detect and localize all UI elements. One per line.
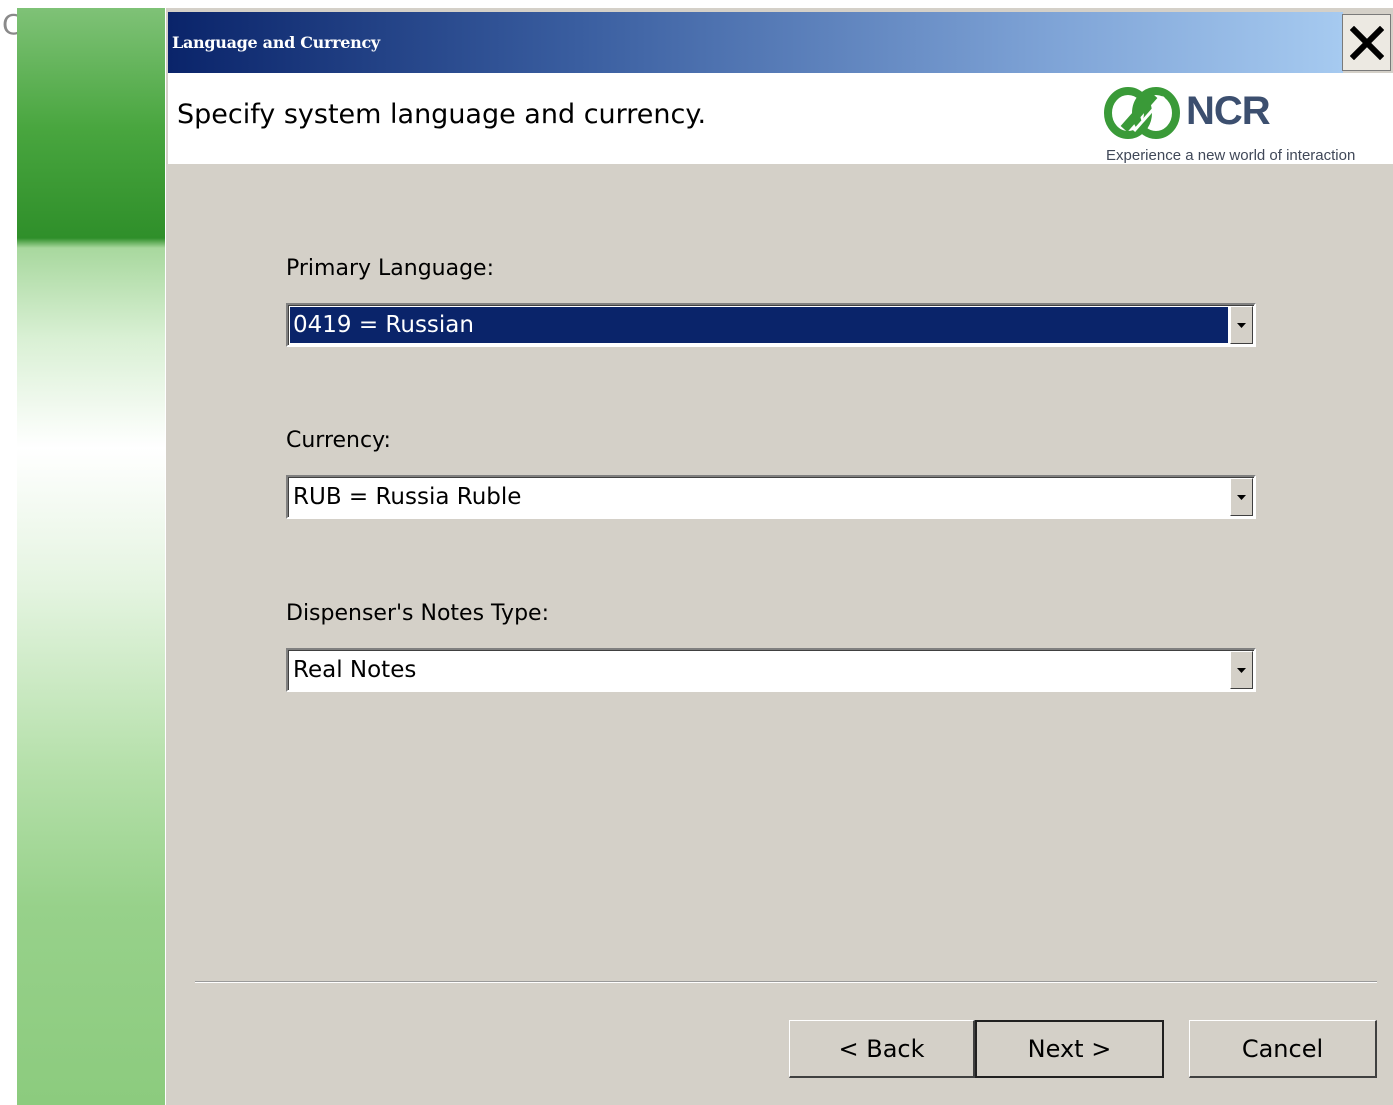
page-instruction: Specify system language and currency. bbox=[177, 99, 707, 130]
ncr-logo-icon bbox=[1104, 87, 1180, 139]
notes-type-value: Real Notes bbox=[293, 657, 417, 683]
currency-dropdown-button[interactable] bbox=[1230, 478, 1253, 516]
notes-type-label: Dispenser's Notes Type: bbox=[286, 601, 549, 626]
triangle-down-icon bbox=[1237, 322, 1246, 328]
back-button[interactable]: < Back bbox=[789, 1020, 975, 1078]
next-button[interactable]: Next > bbox=[975, 1020, 1164, 1078]
window-title: Language and Currency bbox=[172, 33, 380, 52]
currency-value: RUB = Russia Ruble bbox=[293, 484, 522, 510]
wizard-side-banner bbox=[17, 8, 165, 1105]
ncr-tagline: Experience a new world of interaction bbox=[1106, 147, 1356, 164]
close-icon bbox=[1349, 25, 1384, 60]
language-currency-dialog: Language and Currency Specify system lan… bbox=[166, 8, 1393, 1105]
notes-type-dropdown[interactable]: Real Notes bbox=[286, 648, 1256, 692]
close-button[interactable] bbox=[1342, 14, 1391, 71]
notes-type-dropdown-button[interactable] bbox=[1230, 651, 1253, 689]
currency-label: Currency: bbox=[286, 428, 391, 453]
primary-language-dropdown[interactable]: 0419 = Russian bbox=[286, 303, 1256, 347]
primary-language-dropdown-button[interactable] bbox=[1230, 306, 1253, 344]
ncr-logo: NCR Experience a new world of interactio… bbox=[1102, 81, 1392, 164]
ncr-wordmark: NCR bbox=[1186, 89, 1271, 133]
currency-dropdown[interactable]: RUB = Russia Ruble bbox=[286, 475, 1256, 519]
wizard-header: Specify system language and currency. NC… bbox=[168, 73, 1393, 164]
triangle-down-icon bbox=[1237, 667, 1246, 673]
triangle-down-icon bbox=[1237, 494, 1246, 500]
primary-language-label: Primary Language: bbox=[286, 256, 494, 281]
title-bar[interactable]: Language and Currency bbox=[168, 12, 1343, 73]
footer-divider bbox=[195, 981, 1377, 983]
primary-language-value: 0419 = Russian bbox=[290, 307, 1228, 343]
cancel-button[interactable]: Cancel bbox=[1189, 1020, 1377, 1078]
